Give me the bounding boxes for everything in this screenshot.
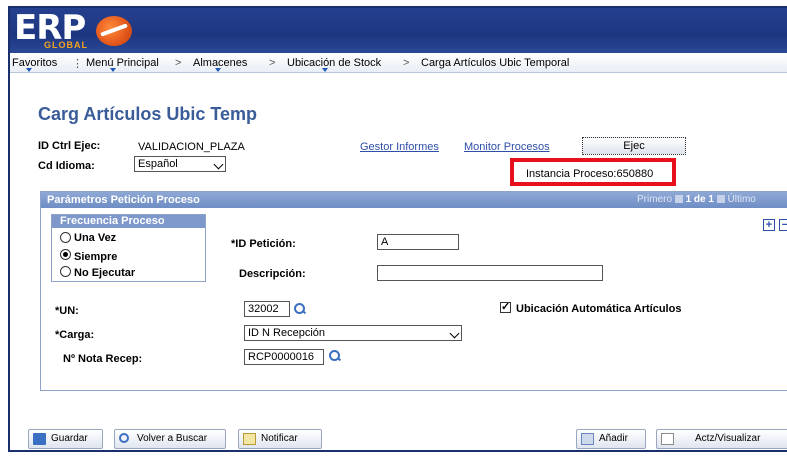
breadcrumb-current-page: Carga Artículos Ubic Temporal bbox=[421, 57, 570, 69]
radio-no-ejecutar-label: No Ejecutar bbox=[74, 267, 136, 279]
breadcrumb-separator-icon: > bbox=[269, 57, 276, 69]
search-icon bbox=[119, 433, 129, 443]
radio-siempre[interactable] bbox=[60, 249, 71, 260]
cd-idioma-label: Cd Idioma: bbox=[38, 160, 95, 172]
radio-no-ejecutar[interactable] bbox=[60, 266, 71, 277]
page-title: Carg Artículos Ubic Temp bbox=[38, 104, 258, 124]
instancia-proceso-text: Instancia Proceso:650880 bbox=[526, 168, 654, 180]
nav-last-link[interactable]: Último bbox=[728, 194, 756, 205]
breadcrumb-separator-icon: > bbox=[403, 57, 410, 69]
volver-buscar-label: Volver a Buscar bbox=[137, 433, 208, 444]
un-input[interactable]: 32002 bbox=[244, 301, 290, 317]
breadcrumb-favoritos[interactable]: Favoritos bbox=[12, 57, 57, 69]
frecuencia-group: Frecuencia Proceso Una Vez Siempre No Ej… bbox=[51, 214, 206, 282]
id-peticion-label: *ID Petición: bbox=[231, 238, 296, 250]
id-peticion-input[interactable]: A bbox=[377, 234, 459, 250]
save-icon bbox=[33, 433, 46, 445]
panel-navigation: Primero 1 de 1 Último bbox=[637, 194, 756, 205]
chevron-down-icon[interactable] bbox=[322, 68, 328, 72]
id-ctrl-label: ID Ctrl Ejec: bbox=[38, 140, 101, 152]
ubicacion-automatica-checkbox[interactable]: ✓ bbox=[500, 302, 511, 313]
last-page-icon[interactable] bbox=[716, 195, 725, 204]
panel-header: Parámetros Petición Proceso Primero 1 de… bbox=[41, 192, 787, 208]
radio-una-vez[interactable] bbox=[60, 232, 71, 243]
remove-row-button[interactable]: − bbox=[779, 219, 787, 231]
anadir-label: Añadir bbox=[599, 433, 628, 444]
carga-label: *Carga: bbox=[55, 329, 95, 341]
erp-global-logo: ERP GLOBAL bbox=[14, 8, 136, 50]
anadir-button[interactable]: Añadir bbox=[576, 429, 646, 449]
breadcrumb-divider: ⋮ bbox=[72, 58, 83, 70]
envelope-icon bbox=[243, 433, 256, 445]
frecuencia-header: Frecuencia Proceso bbox=[52, 215, 205, 228]
chevron-down-icon[interactable] bbox=[26, 68, 32, 72]
descripcion-label: Descripción: bbox=[239, 268, 306, 280]
app-window: ERP GLOBAL Favoritos ⋮ Menú Principal > … bbox=[8, 6, 787, 452]
carga-value: ID N Recepción bbox=[248, 327, 326, 339]
add-row-button[interactable]: + bbox=[763, 219, 775, 231]
search-icon[interactable] bbox=[294, 303, 306, 315]
chevron-down-icon[interactable] bbox=[110, 68, 116, 72]
radio-una-vez-label: Una Vez bbox=[74, 232, 117, 244]
nota-recep-label: Nº Nota Recep: bbox=[63, 353, 143, 365]
monitor-procesos-link[interactable]: Monitor Procesos bbox=[464, 141, 550, 153]
breadcrumb: Favoritos ⋮ Menú Principal > Almacenes >… bbox=[10, 53, 787, 73]
notificar-button[interactable]: Notificar bbox=[238, 429, 322, 449]
logo-globe-icon bbox=[96, 16, 132, 46]
nav-count: 1 de 1 bbox=[685, 194, 714, 205]
frecuencia-title: Frecuencia Proceso bbox=[60, 215, 165, 227]
carga-select[interactable]: ID N Recepción bbox=[244, 325, 462, 341]
add-icon bbox=[581, 433, 594, 445]
guardar-label: Guardar bbox=[51, 433, 88, 444]
logo-sub-text: GLOBAL bbox=[44, 40, 88, 50]
breadcrumb-separator-icon: > bbox=[175, 57, 182, 69]
actualizar-visualizar-button[interactable]: Actz/Visualizar bbox=[656, 429, 787, 449]
id-ctrl-value: VALIDACION_PLAZA bbox=[138, 141, 245, 153]
actualizar-visualizar-label: Actz/Visualizar bbox=[695, 433, 761, 444]
document-icon bbox=[661, 433, 674, 445]
chevron-down-icon bbox=[449, 328, 460, 339]
notificar-label: Notificar bbox=[261, 433, 298, 444]
gestor-informes-link[interactable]: Gestor Informes bbox=[360, 141, 439, 153]
breadcrumb-ubicacion-stock[interactable]: Ubicación de Stock bbox=[287, 57, 381, 69]
chevron-down-icon bbox=[213, 159, 224, 170]
nav-first-link[interactable]: Primero bbox=[637, 194, 672, 205]
un-label: *UN: bbox=[55, 305, 79, 317]
cd-idioma-value: Español bbox=[138, 158, 178, 170]
nota-recep-input[interactable]: RCP0000016 bbox=[244, 349, 324, 365]
guardar-button[interactable]: Guardar bbox=[28, 429, 103, 449]
cd-idioma-select[interactable]: Español bbox=[134, 156, 226, 172]
first-page-icon[interactable] bbox=[674, 195, 683, 204]
ubicacion-automatica-label: Ubicación Automática Artículos bbox=[516, 303, 682, 315]
parametros-peticion-panel: Parámetros Petición Proceso Primero 1 de… bbox=[40, 191, 787, 391]
volver-buscar-button[interactable]: Volver a Buscar bbox=[114, 429, 226, 449]
header-banner: ERP GLOBAL bbox=[10, 8, 787, 53]
search-icon[interactable] bbox=[329, 350, 341, 362]
radio-siempre-label: Siempre bbox=[74, 251, 118, 263]
ejec-button[interactable]: Ejec bbox=[582, 137, 686, 155]
chevron-down-icon[interactable] bbox=[215, 68, 221, 72]
panel-title: Parámetros Petición Proceso bbox=[47, 194, 200, 206]
breadcrumb-menu-principal[interactable]: Menú Principal bbox=[86, 57, 159, 69]
descripcion-input[interactable] bbox=[377, 265, 603, 281]
